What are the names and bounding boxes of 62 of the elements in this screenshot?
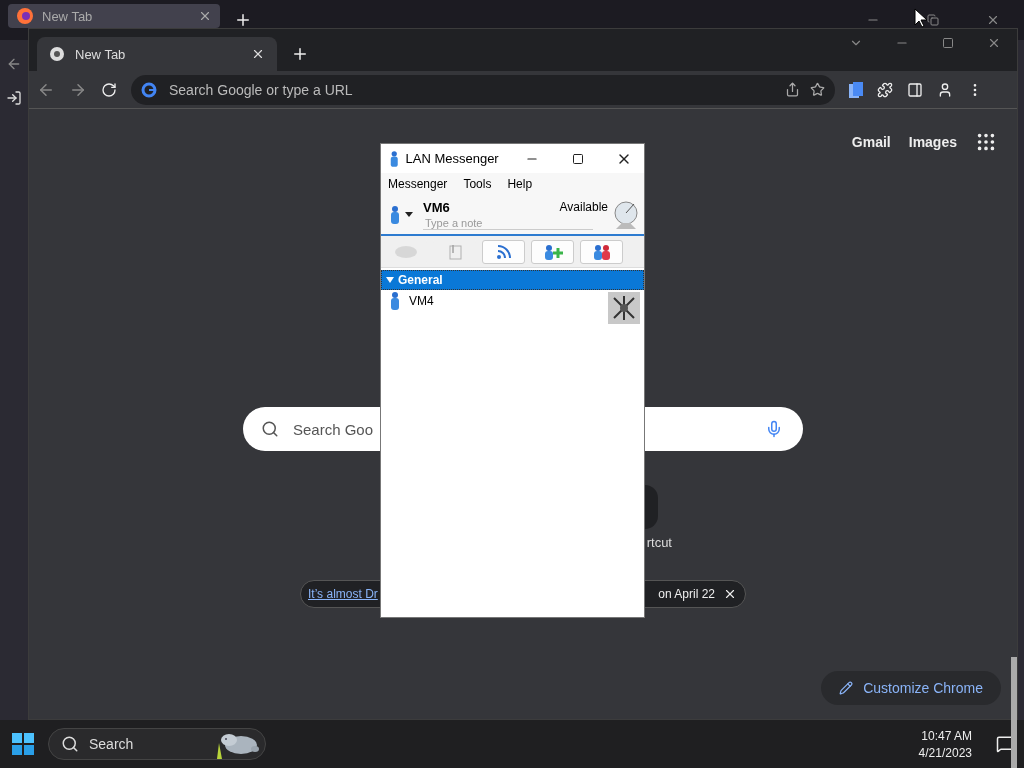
- user-name: VM6: [423, 199, 450, 215]
- document-icon[interactable]: [849, 81, 863, 98]
- close-icon[interactable]: [723, 587, 737, 601]
- search-icon: [61, 735, 79, 753]
- close-icon[interactable]: [251, 47, 265, 61]
- clock-date: 4/21/2023: [918, 745, 972, 760]
- notification-icon[interactable]: [996, 735, 1014, 753]
- paperclip-document-icon: [447, 243, 462, 260]
- toolbar-button[interactable]: [580, 239, 623, 264]
- maximize-icon[interactable]: [571, 152, 584, 165]
- share-icon[interactable]: [785, 82, 800, 97]
- extensions-icon[interactable]: [877, 81, 893, 98]
- profile-icon[interactable]: [937, 81, 953, 98]
- window-title: LAN Messenger: [405, 151, 500, 166]
- network-avatar-icon: [608, 292, 640, 324]
- people-group-icon: [591, 243, 612, 260]
- menu-item[interactable]: Messenger: [388, 177, 448, 191]
- broadcast-icon: [495, 243, 512, 260]
- side-panel-icon[interactable]: [907, 81, 923, 98]
- windows-start-icon[interactable]: [12, 733, 34, 755]
- shortcut-label: rtcut: [646, 535, 672, 550]
- microphone-icon[interactable]: [765, 420, 783, 438]
- customize-chrome-button[interactable]: Customize Chrome: [821, 671, 1001, 705]
- person-icon: [389, 205, 401, 224]
- firefox-logo-icon: [16, 7, 34, 25]
- search-icon: [261, 420, 279, 438]
- pencil-icon: [839, 681, 854, 695]
- new-tab-icon[interactable]: [234, 11, 252, 29]
- chat-bubble-icon: [393, 244, 418, 259]
- menu-item[interactable]: Help: [507, 177, 533, 191]
- apps-grid-icon[interactable]: [975, 131, 997, 153]
- restore-icon[interactable]: [927, 14, 939, 26]
- new-tab-icon[interactable]: [291, 45, 309, 63]
- mouse-cursor-icon: [914, 8, 928, 28]
- promo-text: on April 22: [658, 587, 715, 601]
- menu-item[interactable]: Tools: [463, 177, 492, 191]
- satellite-dish-icon: [612, 199, 640, 230]
- browser-tab[interactable]: New Tab: [37, 37, 277, 71]
- clock-time: 10:47 AM: [921, 728, 972, 743]
- status-label[interactable]: Available: [559, 200, 608, 214]
- contact-row[interactable]: VM4: [381, 290, 644, 324]
- promo-link[interactable]: It’s almost Dr: [308, 587, 378, 601]
- expand-arrow-icon[interactable]: [386, 276, 394, 284]
- taskbar-search[interactable]: Search: [48, 728, 266, 760]
- note-field[interactable]: Type a note: [423, 216, 593, 230]
- person-icon: [389, 292, 401, 310]
- person-icon: [389, 149, 400, 168]
- address-bar[interactable]: Search Google or type a URL: [131, 74, 835, 105]
- caret-icon[interactable]: [405, 212, 413, 217]
- toolbar-button[interactable]: [531, 239, 574, 264]
- bookmark-star-icon[interactable]: [810, 82, 825, 97]
- group-header[interactable]: General: [381, 270, 644, 290]
- top-link[interactable]: Images: [908, 134, 957, 150]
- browser-tab[interactable]: New Tab: [8, 4, 220, 28]
- reload-icon[interactable]: [101, 81, 117, 98]
- top-link[interactable]: Gmail: [851, 134, 891, 150]
- back-icon[interactable]: [6, 56, 22, 72]
- toolbar-button[interactable]: [482, 239, 525, 264]
- chrome-logo-icon: [49, 46, 65, 62]
- google-logo-icon: [141, 81, 157, 98]
- sign-in-icon[interactable]: [6, 90, 22, 106]
- shortcut-tile[interactable]: [645, 485, 658, 529]
